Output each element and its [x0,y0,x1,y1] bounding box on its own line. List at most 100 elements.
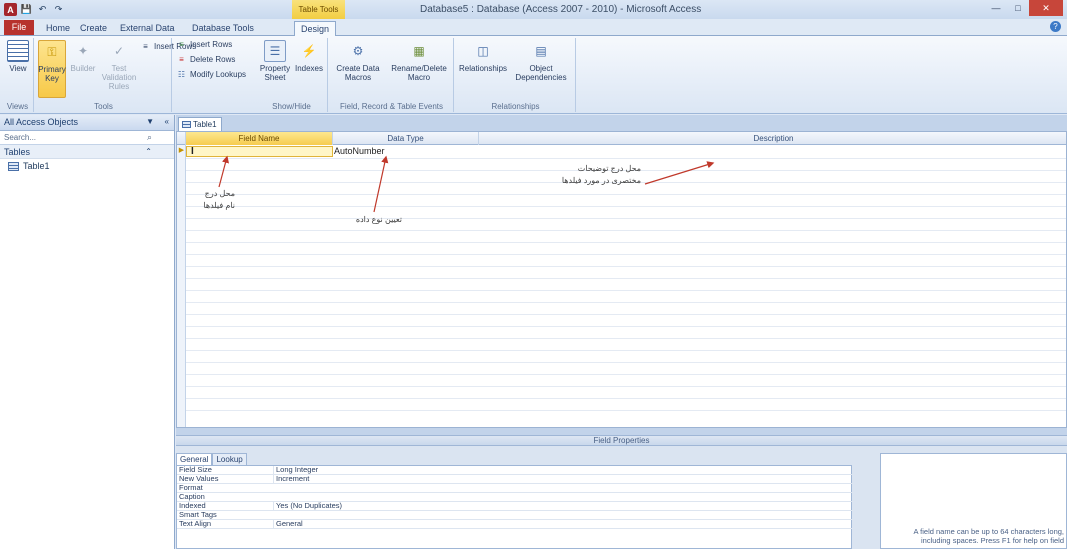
description-annotation-line2: مختصری در مورد فیلدها [561,176,641,185]
nav-item-label: Table1 [23,161,50,171]
nav-pane-header[interactable]: All Access Objects ▼ « [0,115,174,131]
datasheet-view-icon [7,40,29,62]
tab-home[interactable]: Home [40,21,76,36]
property-name: Field Size [179,465,212,474]
primary-key-button[interactable]: ⚿ Primary Key [38,40,66,98]
property-row[interactable]: Indexed Yes (No Duplicates) [177,502,853,511]
tab-general[interactable]: General [176,453,213,465]
validation-icon: ✓ [113,43,125,58]
tab-design[interactable]: Design [294,21,337,36]
column-header-data-type[interactable]: Data Type [333,132,479,145]
navigation-pane: All Access Objects ▼ « Search... ⌕ Table… [0,115,175,549]
test-validation-button[interactable]: ✓ Test Validation Rules [98,40,140,92]
column-header-description[interactable]: Description [479,132,1066,145]
shutter-bar-icon[interactable]: « [165,117,169,126]
row-divider [186,398,1066,399]
property-help-text: A field name can be up to 64 characters … [913,527,1064,545]
nav-group-tables[interactable]: Tables ⌃ [0,145,174,159]
create-data-macros-label: Create Data Macros [336,64,380,82]
nav-search-placeholder: Search... [4,133,37,142]
document-tabs: Table1 [176,115,1067,131]
indexes-label: Indexes [294,64,324,73]
table-icon [182,121,191,129]
access-window: A 💾 ↶ ↷ Table Tools Database5 : Database… [0,0,1067,549]
description-annotation-line1: محل درج توضیحات [577,164,641,173]
row-divider [186,338,1066,339]
property-help-panel: A field name can be up to 64 characters … [880,453,1067,549]
tab-create[interactable]: Create [74,21,113,36]
field-name-cell[interactable] [186,146,333,157]
chevron-down-icon[interactable]: ▼ [146,117,154,126]
tab-external-data[interactable]: External Data [114,21,181,36]
table-icon [8,161,19,171]
arrow-to-data-type [373,155,389,213]
create-data-macros-button[interactable]: ⚙ Create Data Macros [332,40,384,83]
insert-rows-button-2[interactable]: ≡ Insert Rows [176,39,232,50]
row-selector-header[interactable] [177,132,186,145]
nav-search-box[interactable]: Search... ⌕ [0,131,174,145]
field-properties-pane: General Lookup Field Size Long Integer Ne… [176,446,1067,549]
field-events-group-label: Field, Record & Table Events [339,102,443,111]
indexes-button[interactable]: ⚡ Indexes [294,40,324,74]
tab-table1[interactable]: Table1 [178,117,222,131]
modify-lookups-label: Modify Lookups [190,70,247,79]
property-value[interactable]: General [273,520,843,528]
close-icon[interactable]: ✕ [1029,0,1063,16]
search-icon[interactable]: ⌕ [147,132,152,143]
field-name-annotation: محل درج نام فیلدها [179,188,235,212]
data-type-cell[interactable]: AutoNumber [334,146,385,157]
chevron-up-icon[interactable]: ⌃ [145,147,152,156]
access-app-icon[interactable]: A [4,3,17,16]
delete-rows-button[interactable]: ≡ Delete Rows [176,54,235,65]
field-properties-table: Field Size Long Integer New Values Increme… [176,465,853,549]
views-group-label: Views [6,102,29,111]
save-icon[interactable]: 💾 [20,3,33,16]
description-cell[interactable] [480,146,1060,157]
tab-file[interactable]: File [4,20,34,35]
property-name: Text Align [179,519,212,528]
grid-header: Field Name Data Type Description [177,132,1066,145]
row-divider [186,206,1066,207]
table-tools-context-header: Table Tools [292,0,345,19]
property-value[interactable]: Long Integer [273,466,843,474]
minimize-icon[interactable]: — [985,0,1007,16]
property-value[interactable]: Increment [273,475,843,483]
rename-delete-macro-button[interactable]: ▦ Rename/Delete Macro [388,40,450,83]
tab-lookup[interactable]: Lookup [212,453,247,465]
property-value[interactable]: Yes (No Duplicates) [273,502,843,510]
document-area: Table1 Field Name Data Type Description … [176,115,1067,549]
delete-rows-label: Delete Rows [190,55,236,64]
object-dependencies-label: Object Dependencies [515,64,567,82]
text-cursor-icon: I [191,146,194,157]
view-label: View [9,64,27,73]
property-sheet-label: Property Sheet [259,64,291,82]
maximize-icon[interactable]: □ [1007,0,1029,16]
property-row[interactable]: Text Align General [177,520,853,529]
property-row[interactable]: New Values Increment [177,475,853,484]
row-divider [186,194,1066,195]
property-name: New Values [179,474,219,483]
table-design-grid[interactable]: Field Name Data Type Description ▶ I Aut… [176,131,1067,428]
property-sheet-icon: ☰ [264,40,286,62]
redo-icon[interactable]: ↷ [52,3,65,16]
nav-pane-title: All Access Objects [4,117,79,127]
modify-lookups-button[interactable]: ☷ Modify Lookups [176,69,246,80]
help-icon[interactable]: ? [1050,21,1061,32]
row-divider [186,374,1066,375]
object-dependencies-button[interactable]: ▤ Object Dependencies [512,40,570,83]
rename-delete-macro-label: Rename/Delete Macro [391,64,447,82]
nav-group-label: Tables [4,147,31,157]
field-name-annotation-line2: نام فیلدها [203,201,235,210]
nav-item-table1[interactable]: Table1 [0,159,174,173]
column-header-field-name[interactable]: Field Name [186,132,333,145]
undo-icon[interactable]: ↶ [36,3,49,16]
primary-key-label: Primary Key [38,65,66,83]
property-row[interactable]: Format [177,484,853,493]
tab-database-tools[interactable]: Database Tools [186,21,260,36]
ribbon-tabs: File Home Create External Data Database … [0,19,1067,36]
view-button[interactable]: View [4,40,32,73]
property-sheet-button[interactable]: ☰ Property Sheet [258,40,292,82]
relationships-label: Relationships [458,64,508,73]
relationships-button[interactable]: ◫ Relationships [458,40,508,74]
builder-button[interactable]: ✦ Builder [68,40,98,74]
